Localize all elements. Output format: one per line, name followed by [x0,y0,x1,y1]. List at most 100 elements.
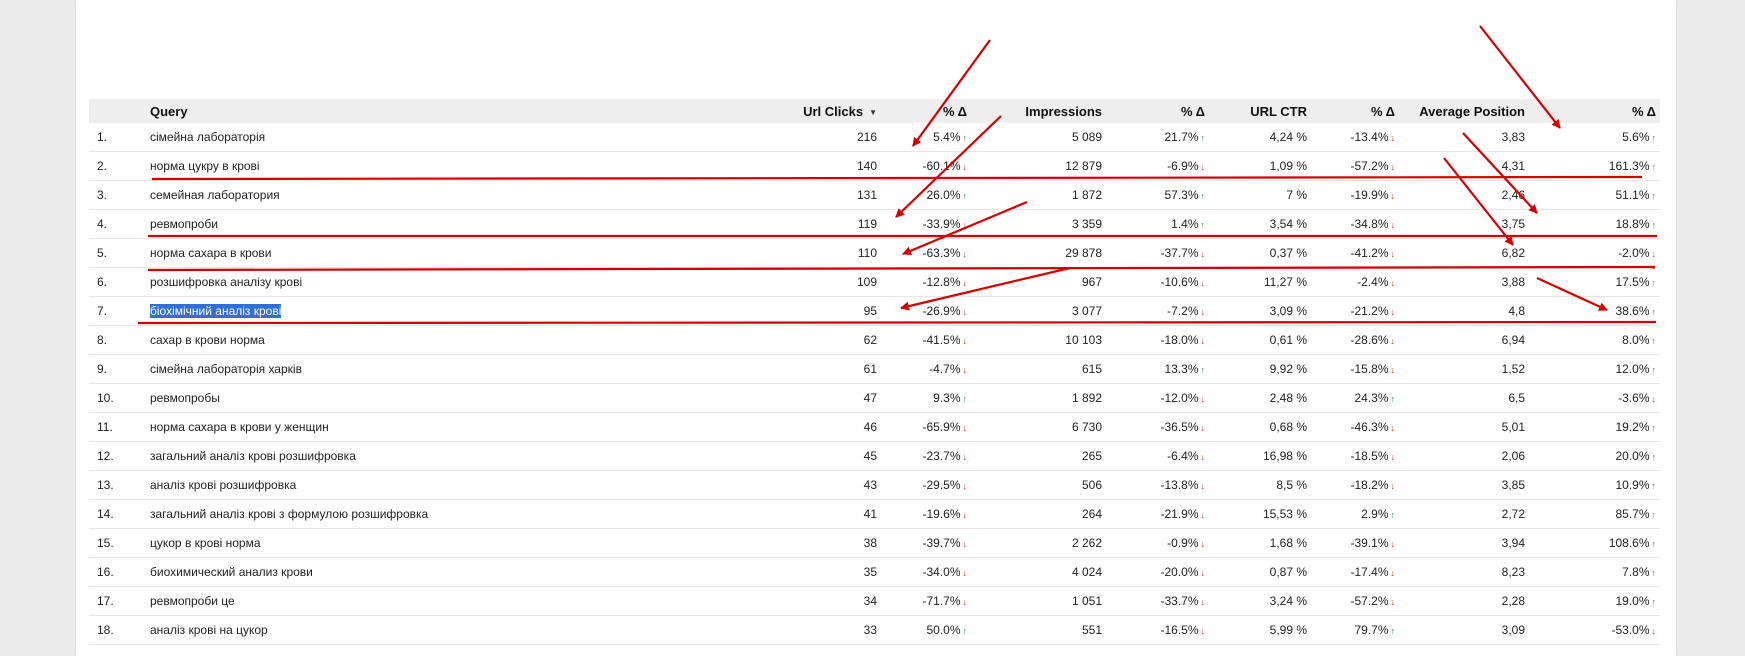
query-text[interactable]: розшифровка аналізу крові [150,275,302,289]
query-text[interactable]: ревмопроби [150,217,218,231]
table-row[interactable]: 15. цукор в крові норма 38 -39.7% ↓ 2 262 -0.9… [89,528,1660,558]
arrow-down-icon: ↓ [1200,307,1206,317]
impressions-cell: 1 051 [971,586,1106,616]
query-text[interactable]: норма сахара в крови [150,246,272,260]
clicks-delta-cell: -33.9% ↓ [881,209,971,239]
url-clicks-cell: 41 [656,499,881,529]
table-row[interactable]: 5. норма сахара в крови 110 -63.3% ↓ 29 878 -3… [89,238,1660,268]
impressions-delta-cell-value: 13.3% [1164,362,1199,376]
ctr-delta-cell-value: -57.2% [1350,594,1389,608]
table-row[interactable]: 16. биохимический анализ крови 35 -34.0% ↓ 4 … [89,557,1660,587]
position-delta-header[interactable]: % Δ [1529,99,1660,123]
query-text[interactable]: цукор в крові норма [150,536,261,550]
ctr-delta-cell: -21.2% ↓ [1311,296,1399,326]
ctr-delta-cell-value: -2.4% [1357,275,1389,289]
impressions-delta-cell-value: -0.9% [1167,536,1199,550]
table-row[interactable]: 8. сахар в крови норма 62 -41.5% ↓ 10 103 -18.… [89,325,1660,355]
url-ctr-cell: 16,98 % [1209,441,1311,471]
average-position-cell: 6,94 [1399,325,1529,355]
clicks-delta-cell-value: -12.8% [922,275,961,289]
query-header[interactable]: Query [146,99,656,123]
arrow-down-icon: ↓ [1390,539,1396,549]
impressions-delta-cell: -20.0% ↓ [1106,557,1209,587]
impressions-delta-cell-value: -10.6% [1160,275,1199,289]
url-clicks-cell: 62 [656,325,881,355]
impressions-delta-cell: -12.0% ↓ [1106,383,1209,413]
table-row[interactable]: 11. норма сахара в крови у женщин 46 -65.9%… [89,412,1660,442]
row-number: 13. [89,470,146,500]
table-row[interactable]: 9. сімейна лабораторія харків 61 -4.7% ↓ 615 1… [89,354,1660,384]
impressions-delta-cell: -10.6% ↓ [1106,267,1209,297]
table-row[interactable]: 13. аналіз крові розшифровка 43 -29.5% ↓ 506-… [89,470,1660,500]
table-row[interactable]: 3. семейная лаборатория 131 26.0% ↑ 1 872 57.3… [89,180,1660,210]
sort-desc-icon[interactable]: ▼ [869,108,877,117]
url-ctr-header[interactable]: URL CTR [1209,99,1311,123]
query-text[interactable]: ревмопроби це [150,594,235,608]
clicks-delta-header[interactable]: % Δ [881,99,971,123]
url-clicks-cell: 110 [656,238,881,268]
impressions-delta-cell-value: -37.7% [1160,246,1199,260]
arrow-down-icon: ↓ [962,423,968,433]
query-text[interactable]: загальний аналіз крові з формулою розшиф… [150,507,428,521]
table-row[interactable]: 6. розшифровка аналізу крові 109 -12.8% ↓ 967… [89,267,1660,297]
query-cell: норма цукру в крові [146,151,656,181]
impressions-delta-cell: -36.5% ↓ [1106,412,1209,442]
ctr-delta-cell-value: -39.1% [1350,536,1389,550]
url-ctr-cell: 9,92 % [1209,354,1311,384]
arrow-down-icon: ↓ [1200,539,1206,549]
arrow-down-icon: ↓ [1390,336,1396,346]
row-number: 6. [89,267,146,297]
arrow-up-icon: ↑ [1651,220,1657,230]
position-delta-cell-value: 8.0% [1622,333,1650,347]
table-row[interactable]: 2. норма цукру в крові 140 -60.1% ↓ 12 879 -6.… [89,151,1660,181]
impressions-cell: 265 [971,441,1106,471]
query-cell: биохимический анализ крови [146,557,656,587]
table-row[interactable]: 1. сімейна лабораторія 216 5.4% ↑ 5 089 21.7% ↑… [89,123,1660,152]
table-row[interactable]: 18. аналіз крові на цукор 33 50.0% ↑ 551 -16.5… [89,615,1660,645]
query-text[interactable]: сімейна лабораторія [150,130,265,144]
query-text[interactable]: сахар в крови норма [150,333,265,347]
query-text[interactable]: норма сахара в крови у женщин [150,420,329,434]
query-text[interactable]: ревмопробы [150,391,220,405]
arrow-down-icon: ↓ [962,597,968,607]
table-row[interactable]: 7. біохімічний аналіз крові 95 -26.9% ↓ 3 077… [89,296,1660,326]
impressions-delta-header[interactable]: % Δ [1106,99,1209,123]
url-ctr-cell: 7 % [1209,180,1311,210]
table-row[interactable]: 17. ревмопроби це 34 -71.7% ↓ 1 051 -33.7% ↓ 3,2… [89,586,1660,616]
query-text[interactable]: аналіз крові на цукор [150,623,268,637]
table-row[interactable]: 14. загальний аналіз крові з формулою роз… [89,499,1660,529]
table-row[interactable]: 12. загальний аналіз крові розшифровка 45-… [89,441,1660,471]
query-text[interactable]: сімейна лабораторія харків [150,362,302,376]
impressions-cell: 29 878 [971,238,1106,268]
query-text[interactable]: семейная лаборатория [150,188,280,202]
clicks-delta-cell: -29.5% ↓ [881,470,971,500]
impressions-delta-cell: -21.9% ↓ [1106,499,1209,529]
arrow-up-icon: ↑ [1651,307,1657,317]
table-row[interactable]: 4. ревмопроби 119 -33.9% ↓ 3 359 1.4% ↑ 3,54 % -3… [89,209,1660,239]
impressions-delta-cell: -0.9% ↓ [1106,528,1209,558]
impressions-header[interactable]: Impressions [971,99,1106,123]
average-position-cell: 1,52 [1399,354,1529,384]
position-delta-cell-value: 19.0% [1615,594,1650,608]
query-text[interactable]: аналіз крові розшифровка [150,478,296,492]
query-text[interactable]: биохимический анализ крови [150,565,313,579]
query-header-label: Query [150,103,188,119]
url-ctr-cell: 0,68 % [1209,412,1311,442]
ctr-delta-cell: -2.4% ↓ [1311,267,1399,297]
query-text[interactable]: біохімічний аналіз крові [150,304,282,318]
arrow-up-icon: ↑ [1200,191,1206,201]
url-clicks-cell: 109 [656,267,881,297]
impressions-cell: 4 024 [971,557,1106,587]
average-position-header[interactable]: Average Position [1399,99,1529,123]
ctr-delta-header[interactable]: % Δ [1311,99,1399,123]
clicks-delta-cell-value: 50.0% [926,623,961,637]
query-text[interactable]: норма цукру в крові [150,159,260,173]
query-text[interactable]: загальний аналіз крові розшифровка [150,449,356,463]
url-clicks-header[interactable]: Url Clicks ▼ [656,99,881,123]
clicks-delta-cell: 50.0% ↑ [881,615,971,645]
table-row[interactable]: 10. ревмопробы 47 9.3% ↑ 1 892 -12.0% ↓ 2,48 % 24… [89,383,1660,413]
ctr-delta-cell-value: -18.5% [1350,449,1389,463]
table-header-row: Query Url Clicks ▼ % Δ Impressions % Δ UR… [89,99,1660,123]
position-delta-cell-value: 10.9% [1615,478,1650,492]
clicks-delta-cell: -63.3% ↓ [881,238,971,268]
